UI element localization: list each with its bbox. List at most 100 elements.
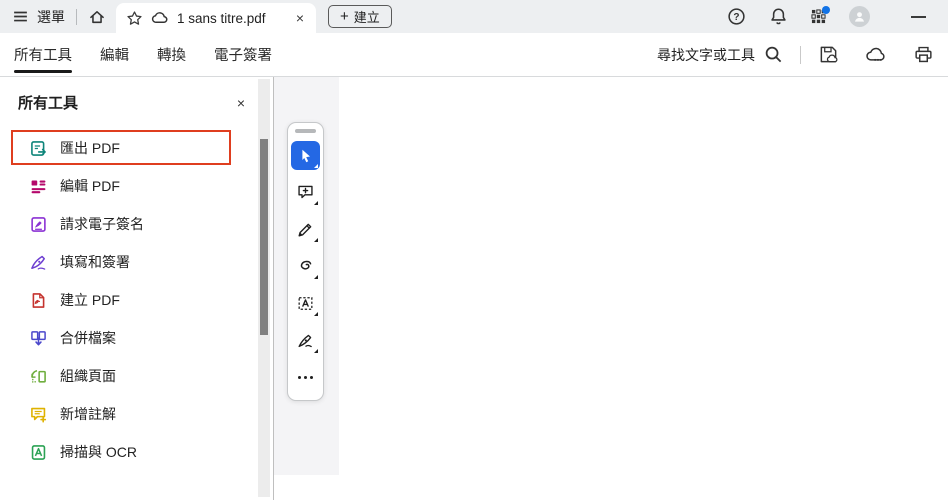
apps-button[interactable] bbox=[811, 6, 830, 24]
document-title: 1 sans titre.pdf bbox=[177, 10, 266, 26]
home-icon bbox=[90, 10, 104, 23]
tool-item-fill-sign[interactable]: 填寫和簽署 bbox=[0, 243, 273, 281]
add-text-tool-button[interactable] bbox=[290, 285, 321, 322]
menu-label: 選單 bbox=[37, 8, 65, 25]
search-label: 尋找文字或工具 bbox=[657, 46, 755, 63]
add-comment-icon bbox=[298, 185, 313, 199]
tool-item-scan-ocr[interactable]: 掃描與 OCR bbox=[0, 433, 273, 471]
cloud-upload-button[interactable] bbox=[865, 44, 887, 66]
tool-item-organize-pages[interactable]: 組織頁面 bbox=[0, 357, 273, 395]
minimize-button[interactable] bbox=[911, 15, 926, 18]
add-text-icon bbox=[298, 297, 313, 310]
person-icon bbox=[855, 12, 864, 22]
help-icon: ? bbox=[728, 8, 745, 25]
plus-icon: + bbox=[340, 8, 349, 25]
hamburger-icon bbox=[14, 11, 27, 22]
create-label: 建立 bbox=[353, 10, 380, 25]
search-icon bbox=[765, 46, 782, 63]
panel-title: 所有工具 bbox=[18, 95, 79, 112]
scrollbar-thumb[interactable] bbox=[260, 139, 268, 335]
main-area: 所有工具 × 匯出 PDF 編輯 PDF 請求電子簽名 填寫和簽署 建立 PDF… bbox=[0, 77, 948, 500]
edit-pdf-icon bbox=[31, 180, 46, 193]
titlebar-divider bbox=[76, 8, 77, 25]
search-tools-button[interactable]: 尋找文字或工具 bbox=[657, 45, 783, 65]
fill-sign-icon bbox=[31, 255, 46, 270]
flyout-indicator bbox=[314, 238, 318, 242]
print-button[interactable] bbox=[913, 44, 934, 65]
create-button[interactable]: + 建立 bbox=[328, 5, 392, 28]
help-button[interactable]: ? bbox=[727, 7, 746, 26]
tool-list: 匯出 PDF 編輯 PDF 請求電子簽名 填寫和簽署 建立 PDF 合併檔案 組… bbox=[0, 129, 273, 471]
select-tool-button[interactable] bbox=[290, 137, 321, 174]
request-signature-icon bbox=[31, 216, 46, 232]
document-tab[interactable]: 1 sans titre.pdf × bbox=[116, 3, 316, 33]
cloud-upload-icon bbox=[866, 47, 885, 61]
titlebar-right: ? bbox=[727, 6, 948, 27]
draw-squiggle-icon bbox=[300, 260, 312, 270]
flyout-indicator bbox=[314, 275, 318, 279]
flyout-indicator bbox=[314, 201, 318, 205]
tab-all-tools[interactable]: 所有工具 bbox=[14, 33, 72, 76]
sign-pen-icon bbox=[298, 334, 312, 348]
export-pdf-icon bbox=[31, 140, 46, 156]
tab-edit[interactable]: 編輯 bbox=[100, 33, 129, 76]
tool-label: 編輯 PDF bbox=[60, 178, 120, 194]
tool-label: 填寫和簽署 bbox=[60, 254, 130, 270]
tool-item-create-pdf[interactable]: 建立 PDF bbox=[0, 281, 273, 319]
tool-label: 合併檔案 bbox=[60, 330, 116, 346]
save-icon bbox=[820, 46, 838, 63]
tool-label: 請求電子簽名 bbox=[60, 216, 144, 232]
bell-icon bbox=[771, 8, 786, 25]
star-icon[interactable] bbox=[126, 10, 143, 27]
panel-header: 所有工具 × bbox=[0, 77, 273, 118]
flyout-indicator bbox=[314, 312, 318, 316]
pdf-page[interactable] bbox=[339, 77, 948, 500]
highlight-tool-button[interactable] bbox=[290, 211, 321, 248]
toolbar-drag-handle[interactable] bbox=[295, 129, 316, 133]
notifications-button[interactable] bbox=[769, 7, 788, 26]
cloud-icon bbox=[151, 12, 168, 24]
tool-item-add-comments[interactable]: 新增註解 bbox=[0, 395, 273, 433]
add-comments-icon bbox=[31, 407, 47, 423]
toolbar-tabs: 所有工具 編輯 轉換 電子簽署 bbox=[14, 33, 272, 76]
toolbar-row: 所有工具 編輯 轉換 電子簽署 尋找文字或工具 bbox=[0, 33, 948, 77]
toolbar-right: 尋找文字或工具 bbox=[657, 44, 948, 66]
tool-label: 匯出 PDF bbox=[60, 140, 120, 156]
more-tools-button[interactable] bbox=[290, 359, 321, 396]
flyout-indicator bbox=[314, 349, 318, 353]
scan-ocr-icon bbox=[31, 444, 46, 460]
save-button[interactable] bbox=[818, 44, 839, 65]
print-icon bbox=[915, 46, 932, 63]
create-pdf-icon bbox=[32, 292, 45, 308]
panel-close-icon[interactable]: × bbox=[237, 96, 245, 110]
tool-label: 建立 PDF bbox=[60, 292, 120, 308]
tool-item-export-pdf[interactable]: 匯出 PDF bbox=[0, 129, 273, 167]
add-comment-tool-button[interactable] bbox=[290, 174, 321, 211]
notification-dot bbox=[822, 6, 830, 14]
highlighter-pencil-icon bbox=[298, 223, 312, 237]
combine-files-icon bbox=[31, 330, 46, 345]
account-avatar[interactable] bbox=[849, 6, 870, 27]
tool-item-edit-pdf[interactable]: 編輯 PDF bbox=[0, 167, 273, 205]
tool-label: 掃描與 OCR bbox=[60, 444, 137, 460]
tool-item-combine-files[interactable]: 合併檔案 bbox=[0, 319, 273, 357]
tab-close-icon[interactable]: × bbox=[294, 11, 306, 25]
titlebar: 選單 1 sans titre.pdf × + 建立 ? bbox=[0, 0, 948, 33]
all-tools-panel: 所有工具 × 匯出 PDF 編輯 PDF 請求電子簽名 填寫和簽署 建立 PDF… bbox=[0, 77, 274, 500]
panel-scrollbar[interactable] bbox=[258, 79, 270, 497]
tab-convert[interactable]: 轉換 bbox=[157, 33, 186, 76]
flyout-indicator bbox=[314, 164, 318, 168]
cursor-arrow-icon bbox=[301, 149, 310, 162]
toolbar-divider bbox=[800, 45, 801, 64]
tool-label: 新增註解 bbox=[60, 406, 116, 422]
more-tools-icon bbox=[298, 376, 313, 379]
home-button[interactable] bbox=[88, 8, 106, 26]
draw-tool-button[interactable] bbox=[290, 248, 321, 285]
tab-esign[interactable]: 電子簽署 bbox=[214, 33, 272, 76]
organize-pages-icon bbox=[31, 369, 46, 383]
menu-button[interactable]: 選單 bbox=[12, 7, 65, 27]
fill-sign-tool-button[interactable] bbox=[290, 322, 321, 359]
tool-item-request-signature[interactable]: 請求電子簽名 bbox=[0, 205, 273, 243]
toolbar-actions bbox=[818, 44, 934, 66]
tool-label: 組織頁面 bbox=[60, 368, 116, 384]
